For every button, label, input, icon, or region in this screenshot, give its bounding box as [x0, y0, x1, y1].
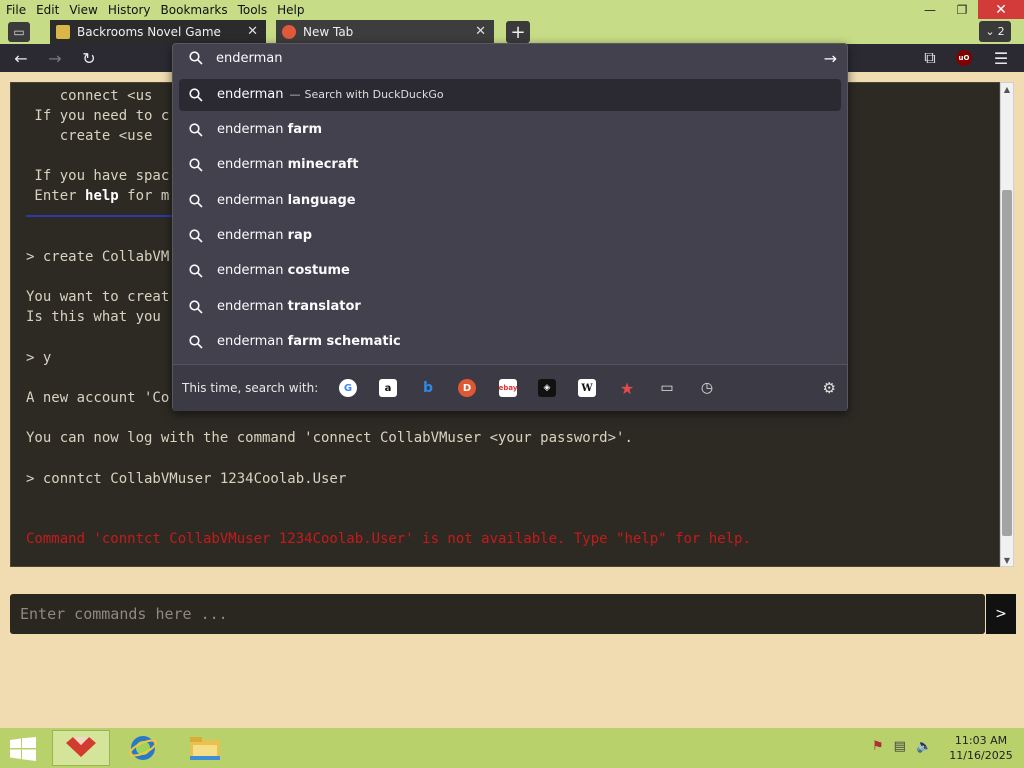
- volume-muted-icon[interactable]: 🔈: [916, 739, 932, 754]
- tab-close-icon[interactable]: ✕: [247, 24, 258, 39]
- help-keyword: help: [85, 188, 119, 204]
- bookmarks-like-icon[interactable]: ◈: [538, 379, 556, 397]
- taskbar-clock[interactable]: 11:03 AM 11/16/2025: [946, 733, 1016, 763]
- backrooms-favicon-icon: [56, 25, 70, 39]
- tabs-icon[interactable]: ▭: [658, 379, 676, 397]
- tab-count: 2: [997, 25, 1005, 38]
- suggestion-item[interactable]: enderman costume: [179, 255, 841, 287]
- back-arrow-icon[interactable]: ←: [10, 48, 32, 68]
- scrollbar-thumb[interactable]: [1002, 190, 1012, 536]
- suggestion-item[interactable]: enderman translator: [179, 291, 841, 323]
- close-window-button[interactable]: ✕: [978, 0, 1024, 19]
- scroll-up-icon[interactable]: ▲: [1001, 83, 1013, 95]
- urlbar-dropdown: enderman → enderman — Search with DuckDuck…: [172, 43, 848, 411]
- wikipedia-icon[interactable]: W: [578, 379, 596, 397]
- ebay-icon[interactable]: ebay: [499, 379, 517, 397]
- menu-view[interactable]: View: [64, 3, 102, 17]
- terminal-line: Enter help for m: [26, 188, 170, 204]
- go-arrow-icon[interactable]: →: [824, 49, 837, 68]
- menu-file[interactable]: File: [0, 3, 31, 17]
- menu-bar: File Edit View History Bookmarks Tools H…: [0, 0, 1024, 19]
- command-input[interactable]: Enter commands here ...: [10, 594, 985, 634]
- search-icon: [189, 51, 203, 65]
- terminal-line: If you need to c: [26, 108, 170, 124]
- send-command-button[interactable]: >: [986, 594, 1016, 634]
- menu-help[interactable]: Help: [272, 3, 309, 17]
- error-message: Command 'conntct CollabVMuser 1234Coolab…: [26, 531, 751, 547]
- menu-bookmarks[interactable]: Bookmarks: [156, 3, 233, 17]
- bing-icon[interactable]: b: [419, 379, 437, 397]
- suggestion-item[interactable]: enderman farm schematic: [179, 326, 841, 358]
- tab-list-button[interactable]: ⌄ 2: [979, 21, 1011, 42]
- tab-tray-icon[interactable]: ▭: [8, 22, 30, 42]
- restore-button[interactable]: ❐: [946, 0, 978, 19]
- tab-title: New Tab: [303, 25, 354, 39]
- amazon-icon[interactable]: a: [379, 379, 397, 397]
- reload-icon[interactable]: ↻: [78, 48, 100, 68]
- extensions-icon[interactable]: ⧉: [919, 48, 941, 68]
- search-icon: [189, 335, 203, 349]
- tab-title: Backrooms Novel Game: [77, 25, 221, 39]
- terminal-scrollbar[interactable]: ▲ ▼: [1000, 82, 1014, 567]
- menu-tools[interactable]: Tools: [233, 3, 273, 17]
- suggestion-item[interactable]: enderman rap: [179, 220, 841, 252]
- system-tray: ⚑ ▤ 🔈: [872, 739, 932, 754]
- forward-arrow-icon[interactable]: →: [44, 48, 66, 68]
- terminal-line: > create CollabVM: [26, 249, 170, 265]
- terminal-line: > conntct CollabVMuser 1234Coolab.User: [26, 471, 347, 487]
- suggestion-item[interactable]: enderman minecraft: [179, 149, 841, 181]
- clock-date: 11/16/2025: [949, 749, 1013, 762]
- suggestion-item[interactable]: enderman — Search with DuckDuckGo: [179, 79, 841, 111]
- tab-new-tab[interactable]: New Tab ✕: [276, 20, 494, 44]
- search-icon: [189, 194, 203, 208]
- taskbar: ⚑ ▤ 🔈 11:03 AM 11/16/2025: [0, 728, 1024, 768]
- terminal-line: A new account 'Co: [26, 390, 170, 406]
- google-icon[interactable]: G: [339, 379, 357, 397]
- urlbar-input[interactable]: enderman: [216, 51, 282, 66]
- windows-start-icon[interactable]: [10, 737, 36, 761]
- ublock-icon[interactable]: uO: [953, 48, 975, 68]
- bookmarks-icon[interactable]: ★: [618, 379, 636, 398]
- taskbar-ie-icon[interactable]: [114, 730, 172, 766]
- one-off-label: This time, search with:: [182, 381, 319, 395]
- terminal-line: create <use: [26, 128, 153, 144]
- tab-backrooms[interactable]: Backrooms Novel Game ✕: [50, 20, 266, 44]
- search-icon: [189, 300, 203, 314]
- terminal-line: Is this what you: [26, 309, 170, 325]
- search-icon: [189, 264, 203, 278]
- suggestion-item[interactable]: enderman language: [179, 185, 841, 217]
- network-icon[interactable]: ▤: [894, 739, 906, 754]
- terminal-line: You can now log with the command 'connec…: [26, 430, 633, 446]
- terminal-line: If you have spac: [26, 168, 170, 184]
- search-icon: [189, 88, 203, 102]
- one-off-search-bar: This time, search with: G a b D ebay ◈ W…: [173, 364, 847, 411]
- suggestion-item[interactable]: enderman farm: [179, 114, 841, 146]
- menu-edit[interactable]: Edit: [31, 3, 64, 17]
- scroll-down-icon[interactable]: ▼: [1001, 554, 1013, 566]
- window-controls: — ❐ ✕: [914, 0, 1024, 19]
- chevron-down-icon: ⌄: [985, 25, 995, 38]
- duckduckgo-icon[interactable]: D: [458, 379, 476, 397]
- history-icon[interactable]: ◷: [698, 379, 716, 397]
- taskbar-browser-icon[interactable]: [52, 730, 110, 766]
- clock-time: 11:03 AM: [954, 734, 1008, 747]
- new-tab-favicon-icon: [282, 25, 296, 39]
- terminal-line: You want to creat: [26, 289, 170, 305]
- action-center-icon[interactable]: ⚑: [872, 739, 884, 754]
- search-icon: [189, 158, 203, 172]
- gear-icon[interactable]: ⚙: [823, 379, 836, 397]
- urlbar[interactable]: enderman →: [173, 44, 847, 74]
- terminal-line: connect <us: [26, 88, 153, 104]
- tab-close-icon[interactable]: ✕: [475, 24, 486, 39]
- terminal-line: > y: [26, 350, 52, 366]
- new-tab-button[interactable]: +: [506, 21, 530, 43]
- menu-history[interactable]: History: [103, 3, 156, 17]
- hamburger-menu-icon[interactable]: ☰: [990, 48, 1012, 68]
- search-icon: [189, 229, 203, 243]
- minimize-button[interactable]: —: [914, 0, 946, 19]
- taskbar-file-explorer-icon[interactable]: [176, 730, 234, 766]
- search-icon: [189, 123, 203, 137]
